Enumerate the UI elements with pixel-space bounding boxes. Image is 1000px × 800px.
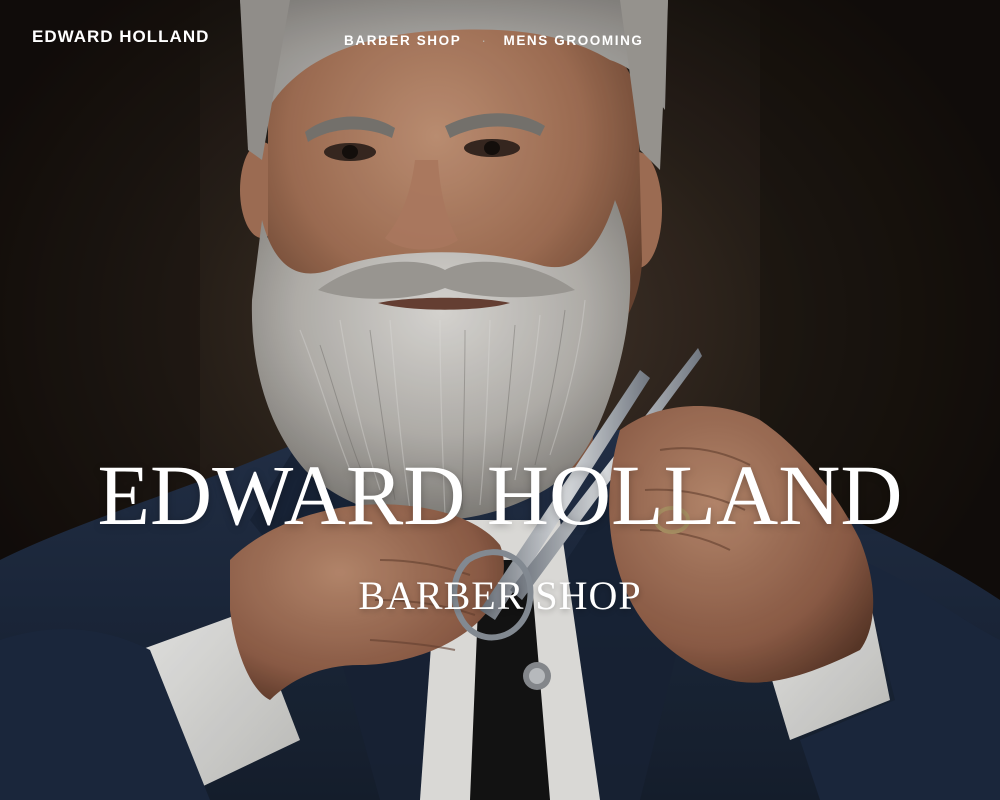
main-nav: BARBER SHOP · MENS GROOMING [344, 33, 644, 48]
nav-link-barber-shop[interactable]: BARBER SHOP [344, 33, 461, 48]
nav-link-mens-grooming[interactable]: MENS GROOMING [503, 33, 643, 48]
hero-photo [0, 0, 1000, 800]
hero-subtitle: BARBER SHOP [358, 573, 642, 618]
hero-section: EDWARD HOLLAND BARBER SHOP · MENS GROOMI… [0, 0, 1000, 800]
nav-separator: · [481, 33, 488, 48]
hero-title: EDWARD HOLLAND [97, 447, 903, 543]
brand-logo-link[interactable]: EDWARD HOLLAND [32, 27, 209, 47]
top-navigation-bar: EDWARD HOLLAND BARBER SHOP · MENS GROOMI… [0, 0, 1000, 80]
